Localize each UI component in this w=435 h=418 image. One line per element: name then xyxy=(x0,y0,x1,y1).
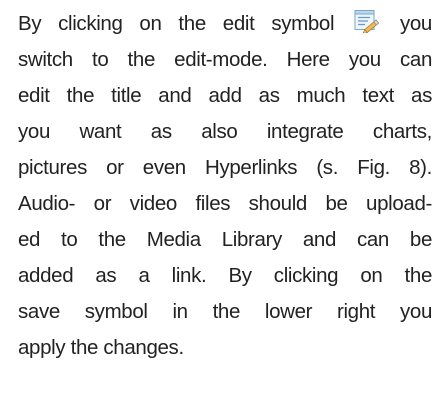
paragraph-line-8: added as a link. By clicking on the xyxy=(18,264,432,287)
paragraph: By clicking on the edit symbol you switc… xyxy=(0,6,435,366)
paragraph-line-5: pictures or even Hyperlinks (s. Fig. 8). xyxy=(18,156,432,179)
paragraph-line-2: switch to the edit-mode. Here you can xyxy=(18,48,432,71)
line-1-text-after-icon: you xyxy=(399,12,432,35)
paragraph-line-6: Audio- or video files should be upload- xyxy=(18,192,432,215)
line-1-text-before-icon: By clicking on the edit symbol xyxy=(18,12,335,35)
paragraph-line-1: By clicking on the edit symbol you xyxy=(0,6,435,42)
paragraph-line-10: apply the changes. xyxy=(18,336,184,359)
paragraph-line-4: you want as also integrate charts, xyxy=(18,120,432,143)
edit-icon xyxy=(354,10,380,33)
paragraph-line-9: save symbol in the lower right you xyxy=(18,300,432,323)
paragraph-line-3: edit the title and add as much text as xyxy=(18,84,432,107)
paragraph-line-7: ed to the Media Library and can be xyxy=(18,228,432,251)
